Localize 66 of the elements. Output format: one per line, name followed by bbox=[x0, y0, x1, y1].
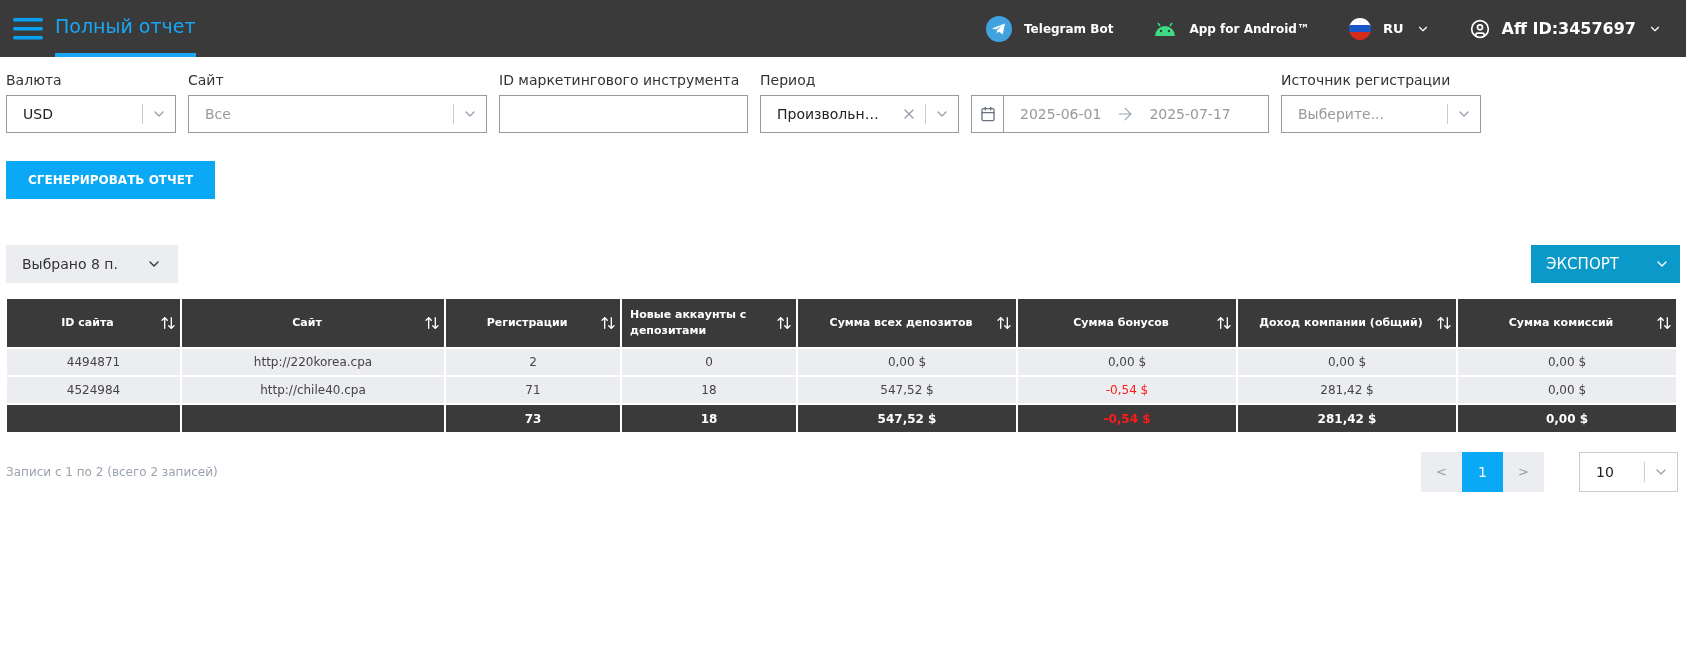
sort-icon[interactable] bbox=[160, 315, 176, 331]
account-menu[interactable]: Aff ID:3457697 bbox=[1469, 16, 1662, 41]
sort-icon[interactable] bbox=[424, 315, 440, 331]
select-field[interactable]: USD bbox=[6, 95, 176, 133]
table-cell: 0,00 $ bbox=[797, 348, 1017, 376]
total-cell: 281,42 $ bbox=[1237, 404, 1457, 432]
records-info: Записи с 1 по 2 (всего 2 записей) bbox=[6, 464, 219, 481]
calendar-icon bbox=[979, 106, 996, 122]
table-cell: 0,00 $ bbox=[1457, 348, 1677, 376]
language-menu[interactable]: RU bbox=[1348, 17, 1430, 40]
table-cell: http://chile40.cpa bbox=[181, 376, 445, 404]
total-cell: 18 bbox=[621, 404, 797, 432]
total-cell: 547,52 $ bbox=[797, 404, 1017, 432]
table-cell: 2 bbox=[445, 348, 621, 376]
date-to: 2025-07-17 bbox=[1149, 104, 1231, 124]
table-cell: 281,42 $ bbox=[1237, 376, 1457, 404]
flag-icon bbox=[1348, 17, 1371, 40]
columns-dropdown[interactable]: Выбрано 8 п. bbox=[6, 245, 178, 283]
sort-icon[interactable] bbox=[776, 315, 792, 331]
field-label: Валюта bbox=[6, 71, 63, 90]
select-value: USD bbox=[23, 104, 54, 124]
select-field[interactable]: Произвольн… bbox=[760, 95, 959, 133]
field-label: Сайт bbox=[188, 71, 225, 90]
sort-icon[interactable] bbox=[1436, 315, 1452, 331]
menu-icon[interactable] bbox=[12, 16, 43, 41]
input-field[interactable] bbox=[499, 95, 748, 133]
field-label: Период bbox=[760, 71, 817, 90]
field-label: ID маркетингового инструмента bbox=[499, 71, 741, 90]
select-placeholder: Все bbox=[205, 104, 232, 124]
sort-icon[interactable] bbox=[996, 315, 1012, 331]
table-cell: 0 bbox=[621, 348, 797, 376]
android-icon bbox=[1153, 21, 1178, 36]
header-link[interactable]: App for Android™ bbox=[1153, 19, 1309, 38]
sort-icon[interactable] bbox=[600, 315, 616, 331]
sort-icon[interactable] bbox=[1656, 315, 1672, 331]
user-icon bbox=[1469, 18, 1490, 39]
page-size-select[interactable]: 10 bbox=[1579, 452, 1678, 492]
field-label: Источник регистрации bbox=[1281, 71, 1452, 90]
table-cell: 0,00 $ bbox=[1237, 348, 1457, 376]
column-header[interactable]: Новые аккаунты с депозитами bbox=[621, 299, 797, 348]
date-from: 2025-06-01 bbox=[1020, 104, 1102, 124]
table-cell: 547,52 $ bbox=[797, 376, 1017, 404]
column-header[interactable]: Сумма бонусов bbox=[1017, 299, 1237, 348]
column-header[interactable]: ID сайта bbox=[6, 299, 181, 348]
column-header[interactable]: Сайт bbox=[181, 299, 445, 348]
table-cell: 0,00 $ bbox=[1017, 348, 1237, 376]
table-cell: 71 bbox=[445, 376, 621, 404]
column-header[interactable]: Сумма комиссий bbox=[1457, 299, 1677, 348]
total-cell: 0,00 $ bbox=[1457, 404, 1677, 432]
sort-icon[interactable] bbox=[1216, 315, 1232, 331]
select-value: Произвольн… bbox=[777, 104, 880, 124]
column-header[interactable]: Сумма всех депозитов bbox=[797, 299, 1017, 348]
table-cell: 0,00 $ bbox=[1457, 376, 1677, 404]
column-header[interactable]: Регистрации bbox=[445, 299, 621, 348]
total-cell: 73 bbox=[445, 404, 621, 432]
total-cell: -0,54 $ bbox=[1017, 404, 1237, 432]
header-link[interactable]: Telegram Bot bbox=[986, 15, 1114, 42]
table-cell: 18 bbox=[621, 376, 797, 404]
table-cell: -0,54 $ bbox=[1017, 376, 1237, 404]
select-placeholder: Выберите... bbox=[1298, 104, 1385, 124]
table-cell: 4494871 bbox=[6, 348, 181, 376]
table-cell: 4524984 bbox=[6, 376, 181, 404]
page-title-tab[interactable]: Полный отчет bbox=[55, 0, 196, 57]
paper-plane-icon bbox=[986, 15, 1013, 42]
table-cell: http://220korea.cpa bbox=[181, 348, 445, 376]
column-header[interactable]: Доход компании (общий) bbox=[1237, 299, 1457, 348]
